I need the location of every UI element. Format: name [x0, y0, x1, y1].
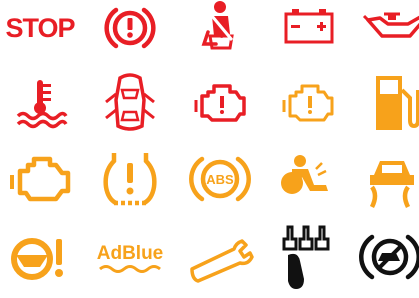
adblue-warning-icon: AdBlue [90, 221, 170, 293]
power-steering-warning-icon [0, 221, 80, 293]
abs-label: ABS [206, 172, 234, 187]
door-open-warning-icon [90, 66, 170, 138]
oil-pressure-warning-icon [350, 0, 419, 64]
seatbelt-warning-icon [180, 0, 260, 64]
check-engine-icon [0, 143, 80, 215]
engine-warning-orange-outline-icon [268, 66, 348, 138]
tire-pressure-warning-icon [90, 143, 170, 215]
brake-warning-icon [90, 0, 170, 64]
traction-control-icon [350, 143, 419, 215]
stop-label: STOP [5, 12, 75, 43]
stop-warning: STOP [0, 0, 80, 64]
battery-warning-icon [268, 0, 348, 64]
coolant-temperature-warning-icon [0, 66, 80, 138]
engine-warning-red-icon [180, 66, 260, 138]
airbag-warning-icon [268, 143, 348, 215]
clutch-pedal-icon [268, 221, 348, 293]
service-wrench-icon [180, 221, 260, 293]
fuel-level-warning-icon [350, 66, 419, 138]
adblue-label: AdBlue [97, 243, 164, 264]
abs-warning-icon: ABS [180, 143, 260, 215]
traction-control-off-icon [350, 221, 419, 293]
